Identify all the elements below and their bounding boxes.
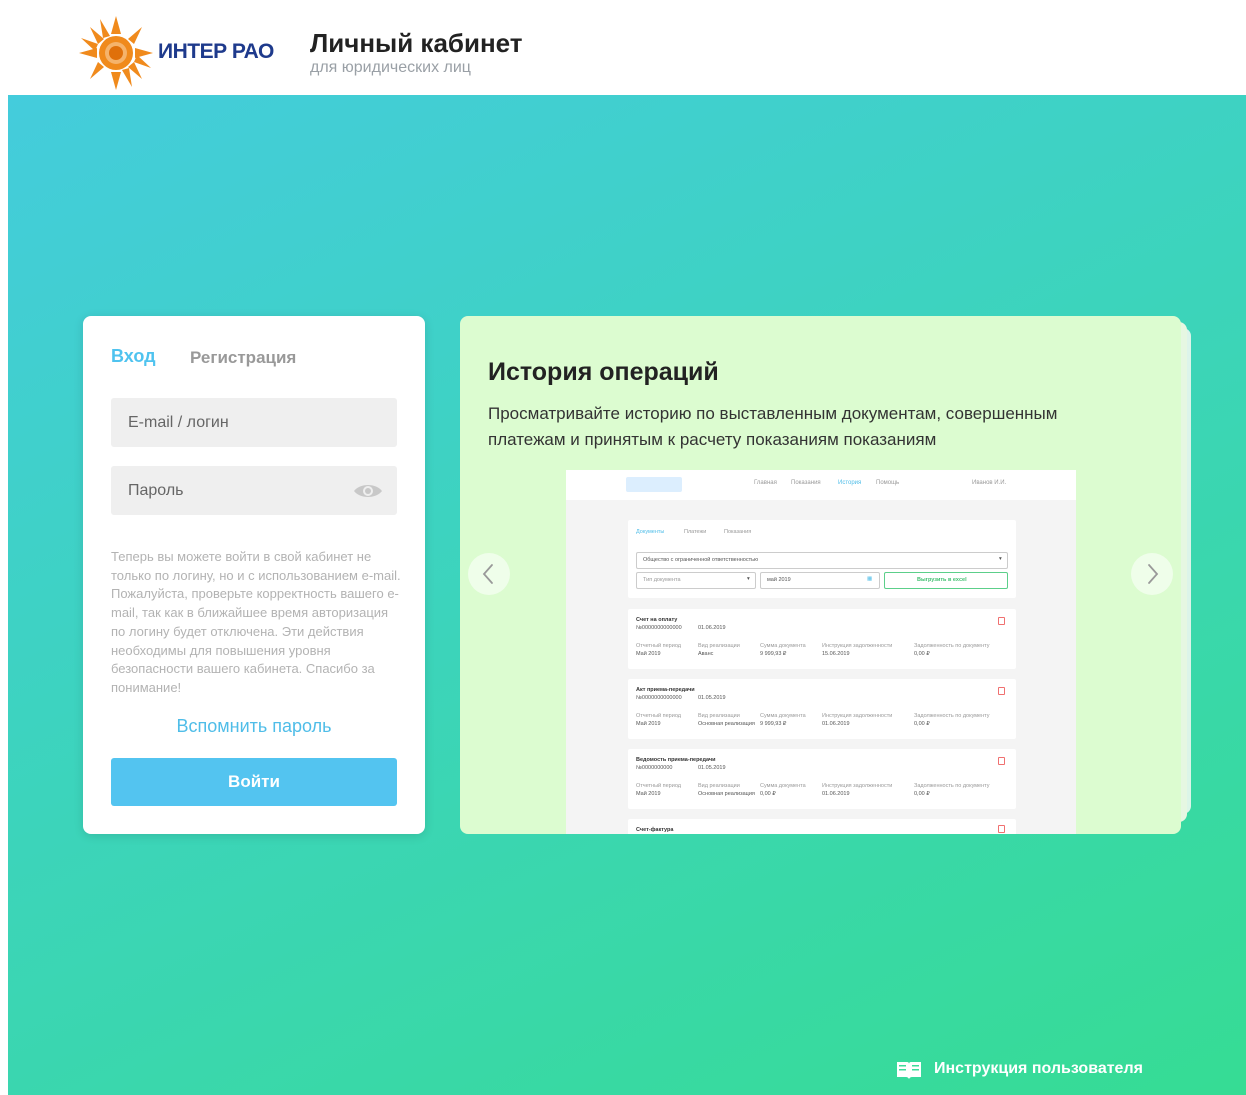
forgot-password-link[interactable]: Вспомнить пароль xyxy=(83,716,425,737)
preview-doc-card: Счет-фактура xyxy=(628,819,1016,834)
tab-register[interactable]: Регистрация xyxy=(190,348,296,368)
preview-doc-card: Счет на оплату №0000000000000 01.06.2019… xyxy=(628,609,1016,669)
inter-rao-sun-logo-icon[interactable] xyxy=(76,14,156,92)
preview-logo xyxy=(626,477,682,492)
preview-nav-item: Главная xyxy=(754,480,777,486)
page-title: Личный кабинет xyxy=(310,28,523,58)
slider-prev-button[interactable] xyxy=(468,553,510,595)
login-button[interactable]: Войти xyxy=(111,758,397,806)
slide-title: История операций xyxy=(488,358,719,386)
slide-description: Просматривайте историю по выставленным д… xyxy=(488,404,1058,449)
logo-text: ИНТЕР РАО xyxy=(158,40,274,63)
preview-user: Иванов И.И. xyxy=(972,480,1007,486)
user-manual-label: Инструкция пользователя xyxy=(934,1060,1143,1077)
chevron-left-icon xyxy=(482,564,493,584)
calendar-icon: ▦ xyxy=(867,576,873,582)
slider-next-button[interactable] xyxy=(1131,553,1173,595)
preview-filter-card: Документы Платежи Показания Общество с о… xyxy=(628,520,1016,598)
preview-doctype-select: Тип документа ▾ xyxy=(636,572,756,589)
login-card: Вход Регистрация Теперь вы можете войти … xyxy=(83,316,425,834)
preview-tab: Документы xyxy=(636,529,665,535)
chevron-down-icon: ▾ xyxy=(747,576,750,582)
pdf-icon xyxy=(998,687,1005,695)
chevron-down-icon: ▾ xyxy=(999,556,1002,562)
show-password-eye-icon[interactable] xyxy=(353,482,383,500)
preview-period-select: май 2019 ▦ xyxy=(760,572,880,589)
tab-login[interactable]: Вход xyxy=(111,346,156,367)
page-subtitle: для юридических лиц xyxy=(310,59,471,76)
preview-tab: Показания xyxy=(724,529,752,535)
preview-nav-item: История xyxy=(838,480,862,486)
preview-doc-card: Ведомость приема-передачи №0000000000 01… xyxy=(628,749,1016,809)
preview-topbar: Главная Показания История Помощь Иванов … xyxy=(566,470,1076,500)
header: ИНТЕР РАО Личный кабинет для юридических… xyxy=(0,0,1246,95)
preview-doc-card: Акт приема-передачи №0000000000000 01.05… xyxy=(628,679,1016,739)
email-login-input[interactable] xyxy=(111,398,397,447)
chevron-right-icon xyxy=(1148,564,1159,584)
preview-export-button: Выгрузить в excel xyxy=(884,572,1008,589)
preview-nav-item: Помощь xyxy=(876,480,900,486)
feature-slide: История операций Просматривайте историю … xyxy=(460,316,1181,834)
slide-preview-screenshot: Главная Показания История Помощь Иванов … xyxy=(566,470,1076,834)
book-icon xyxy=(897,1062,921,1079)
preview-tab: Платежи xyxy=(684,529,707,535)
preview-nav-item: Показания xyxy=(791,480,821,486)
pdf-icon xyxy=(998,617,1005,625)
preview-org-select: Общество с ограниченной ответственностью… xyxy=(636,552,1008,569)
pdf-icon xyxy=(998,757,1005,765)
pdf-icon xyxy=(998,825,1005,833)
login-notice-text: Теперь вы можете войти в свой кабинет не… xyxy=(111,549,401,695)
